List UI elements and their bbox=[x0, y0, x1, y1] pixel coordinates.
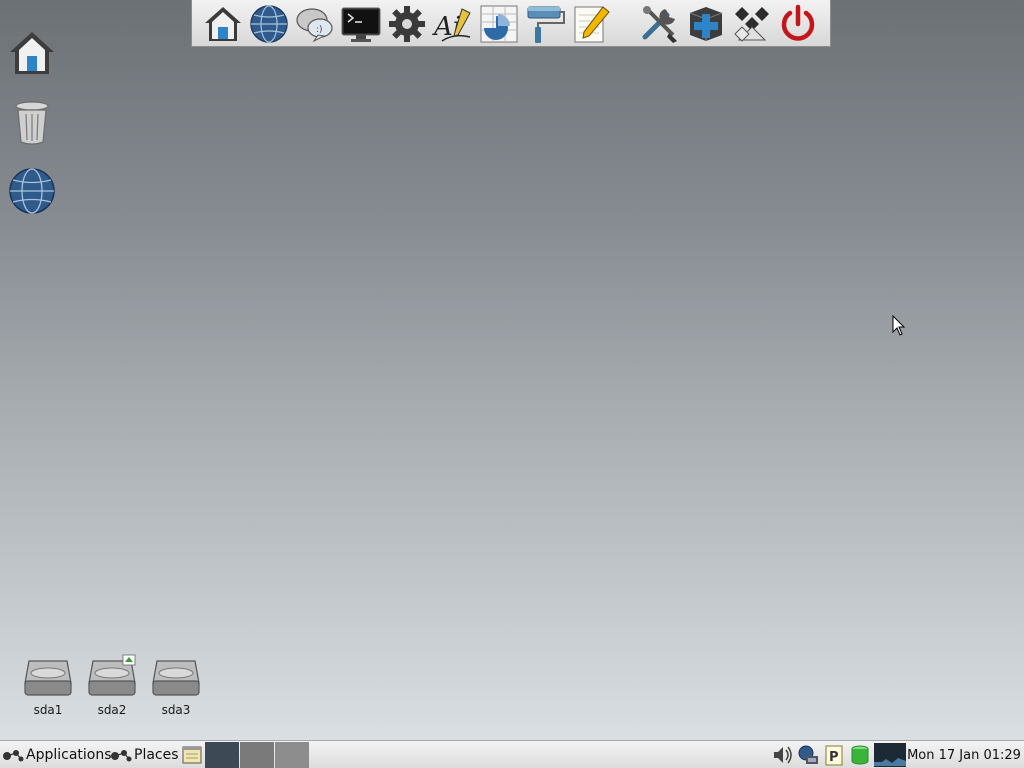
drive-label: sda1 bbox=[33, 703, 63, 717]
terminal-icon[interactable] bbox=[339, 2, 383, 45]
paint-roller-icon[interactable] bbox=[523, 2, 567, 45]
mouse-cursor-icon bbox=[892, 315, 906, 336]
drive-sda2[interactable]: sda2 bbox=[80, 652, 144, 717]
bottom-panel: Applications Places P Mon 17 Jan 01:29 bbox=[0, 740, 1024, 768]
workspace-3[interactable] bbox=[275, 742, 309, 768]
show-desktop-icon bbox=[182, 746, 202, 764]
spreadsheet-icon[interactable] bbox=[477, 2, 521, 45]
places-menu-icon bbox=[111, 750, 132, 762]
home-folder-icon[interactable] bbox=[201, 2, 245, 45]
web-browser-icon[interactable] bbox=[247, 2, 291, 45]
desktop-home-icon[interactable] bbox=[0, 28, 64, 78]
volume-icon[interactable] bbox=[770, 743, 794, 767]
power-icon[interactable] bbox=[776, 2, 820, 45]
desktop-globe-icon[interactable] bbox=[0, 166, 64, 216]
svg-text:P: P bbox=[829, 750, 839, 765]
package-install-icon[interactable] bbox=[684, 2, 728, 45]
places-menu-button[interactable]: Places bbox=[110, 743, 179, 767]
svg-text::): :) bbox=[316, 25, 323, 35]
notepad-pencil-icon[interactable] bbox=[569, 2, 613, 45]
applications-menu-button[interactable]: Applications bbox=[2, 743, 112, 767]
launcher-bar: :) Ai bbox=[191, 0, 831, 47]
network-icon[interactable] bbox=[796, 743, 820, 767]
text-editor-ai-icon[interactable]: Ai bbox=[431, 2, 475, 45]
cpu-monitor-graph[interactable] bbox=[874, 743, 906, 767]
drive-label: sda2 bbox=[97, 703, 127, 717]
storage-icon[interactable] bbox=[848, 743, 872, 767]
tools-icon[interactable] bbox=[638, 2, 682, 45]
workspace-1[interactable] bbox=[205, 742, 239, 768]
drive-sda1[interactable]: sda1 bbox=[16, 652, 80, 717]
desktop-trash-icon[interactable] bbox=[0, 98, 64, 148]
drive-sda3[interactable]: sda3 bbox=[144, 652, 208, 717]
places-menu-label: Places bbox=[134, 747, 179, 763]
workspace-2[interactable] bbox=[240, 742, 274, 768]
settings-gear-icon[interactable] bbox=[385, 2, 429, 45]
clock[interactable]: Mon 17 Jan 01:29 bbox=[906, 743, 1022, 767]
show-desktop-button[interactable] bbox=[180, 743, 204, 767]
chat-icon[interactable]: :) bbox=[293, 2, 337, 45]
package-manager-icon[interactable]: P bbox=[822, 743, 846, 767]
desktop-background: :) Ai sda1 sda2 sda3 bbox=[0, 0, 1024, 740]
applications-menu-icon bbox=[3, 750, 24, 762]
drive-label: sda3 bbox=[161, 703, 191, 717]
diamond-app-icon[interactable] bbox=[730, 2, 774, 45]
applications-menu-label: Applications bbox=[26, 747, 112, 763]
